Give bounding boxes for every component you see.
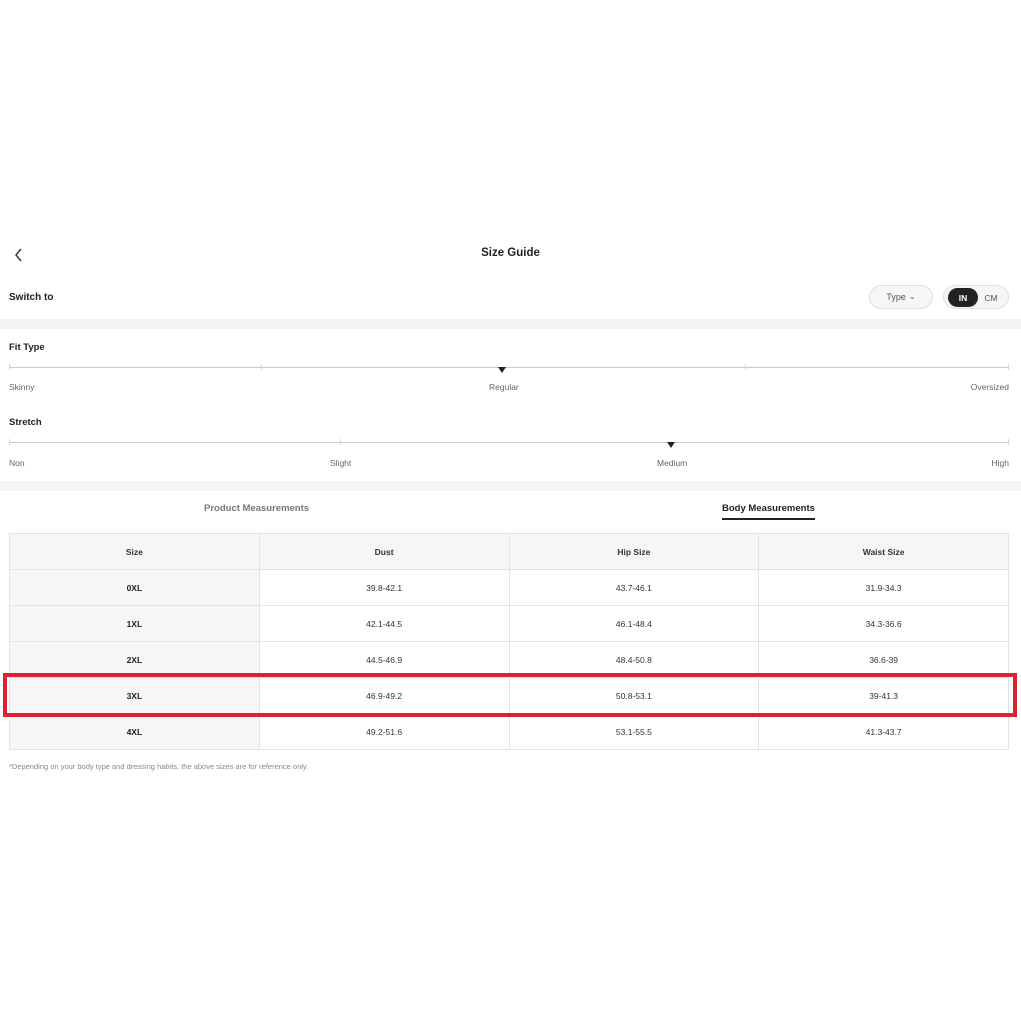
scale-tick [261,364,262,370]
stretch-option-slight: Slight [330,458,352,468]
dust-cell: 46.9-49.2 [258,677,510,714]
type-dropdown-button[interactable]: Type ⌄ [869,285,933,309]
fit-type-label: Fit Type [9,342,45,353]
waist-cell: 41.3-43.7 [758,713,1009,750]
size-cell: 1XL [9,605,260,642]
table-row: 2XL 44.5-46.9 48.4-50.8 36.6-39 [9,641,1009,678]
waist-cell: 39-41.3 [758,677,1009,714]
triangle-down-icon [498,367,506,373]
size-cell: 4XL [9,713,260,750]
footnote: *Depending on your body type and dressin… [9,762,309,771]
fit-option-regular: Regular [489,382,519,392]
dust-cell: 44.5-46.9 [258,641,510,678]
size-guide-header: Size Guide [0,238,1021,270]
table-row: 0XL 39.8-42.1 43.7-46.1 31.9-34.3 [9,569,1009,606]
fit-type-scale [9,364,1009,373]
switch-row: Switch to Type ⌄ IN CM [0,284,1021,312]
scale-tick [745,364,746,370]
table-row: 1XL 42.1-44.5 46.1-48.4 34.3-36.6 [9,605,1009,642]
unit-in-button[interactable]: IN [948,288,978,307]
hip-cell: 43.7-46.1 [508,569,760,606]
header-hip-size: Hip Size [508,533,760,570]
size-cell: 0XL [9,569,260,606]
header-waist-size: Waist Size [758,533,1009,570]
hip-cell: 53.1-55.5 [508,713,760,750]
type-button-label: Type [886,292,906,302]
section-divider [0,319,1021,329]
measurement-tabs: Product Measurements Body Measurements [0,503,1021,523]
stretch-options: Non Slight Medium High [9,458,1009,470]
waist-cell: 31.9-34.3 [758,569,1009,606]
fit-type-options: Skinny Regular Oversized [9,382,1009,394]
scale-tick [1008,439,1009,445]
switch-to-label: Switch to [9,292,54,303]
stretch-label: Stretch [9,417,42,428]
tab-product-measurements[interactable]: Product Measurements [204,503,309,518]
chevron-down-icon: ⌄ [908,291,916,301]
stretch-scale [9,439,1009,448]
tab-body-measurements[interactable]: Body Measurements [722,503,815,520]
section-divider [0,481,1021,491]
waist-cell: 36.6-39 [758,641,1009,678]
scale-tick [9,364,10,370]
hip-cell: 46.1-48.4 [508,605,760,642]
unit-cm-button[interactable]: CM [976,288,1006,307]
table-header-row: Size Dust Hip Size Waist Size [9,533,1009,570]
page-title: Size Guide [481,247,540,259]
header-dust: Dust [258,533,510,570]
table-row: 4XL 49.2-51.6 53.1-55.5 41.3-43.7 [9,713,1009,750]
scale-tick [9,439,10,445]
header-size: Size [9,533,260,570]
fit-option-oversized: Oversized [970,382,1009,392]
dust-cell: 39.8-42.1 [258,569,510,606]
size-table: Size Dust Hip Size Waist Size 0XL 39.8-4… [9,533,1009,750]
unit-toggle: IN CM [943,285,1009,309]
stretch-option-medium: Medium [657,458,688,468]
triangle-down-icon [667,442,675,448]
dust-cell: 49.2-51.6 [258,713,510,750]
table-row-highlighted: 3XL 46.9-49.2 50.8-53.1 39-41.3 [9,677,1009,714]
waist-cell: 34.3-36.6 [758,605,1009,642]
size-cell: 3XL [9,677,260,714]
fit-option-skinny: Skinny [9,382,35,392]
dust-cell: 42.1-44.5 [258,605,510,642]
size-cell: 2XL [9,641,260,678]
hip-cell: 50.8-53.1 [508,677,760,714]
hip-cell: 48.4-50.8 [508,641,760,678]
stretch-option-non: Non [9,458,25,468]
scale-tick [340,439,341,445]
scale-tick [1008,364,1009,370]
stretch-option-high: High [991,458,1009,468]
